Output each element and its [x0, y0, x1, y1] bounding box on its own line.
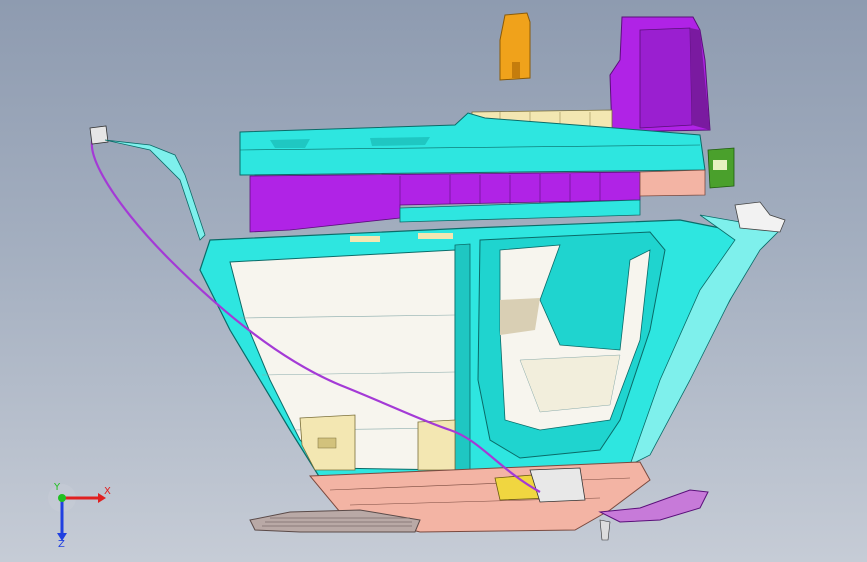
green-clip[interactable] — [707, 147, 735, 189]
cable-bracket[interactable] — [104, 139, 206, 241]
y-axis-marker — [58, 494, 66, 502]
z-axis-label: Z — [58, 539, 65, 548]
cad-assembly-model[interactable] — [0, 0, 867, 562]
orange-bracket[interactable] — [499, 12, 531, 81]
salmon-block[interactable] — [639, 169, 706, 197]
orientation-triad: X Y Z — [48, 482, 111, 548]
cable-connector[interactable] — [89, 125, 109, 145]
cad-viewport[interactable]: X Y Z — [0, 0, 867, 562]
x-axis-label: X — [104, 486, 111, 497]
y-axis-label: Y — [53, 482, 61, 493]
magenta-housing[interactable] — [609, 16, 711, 133]
